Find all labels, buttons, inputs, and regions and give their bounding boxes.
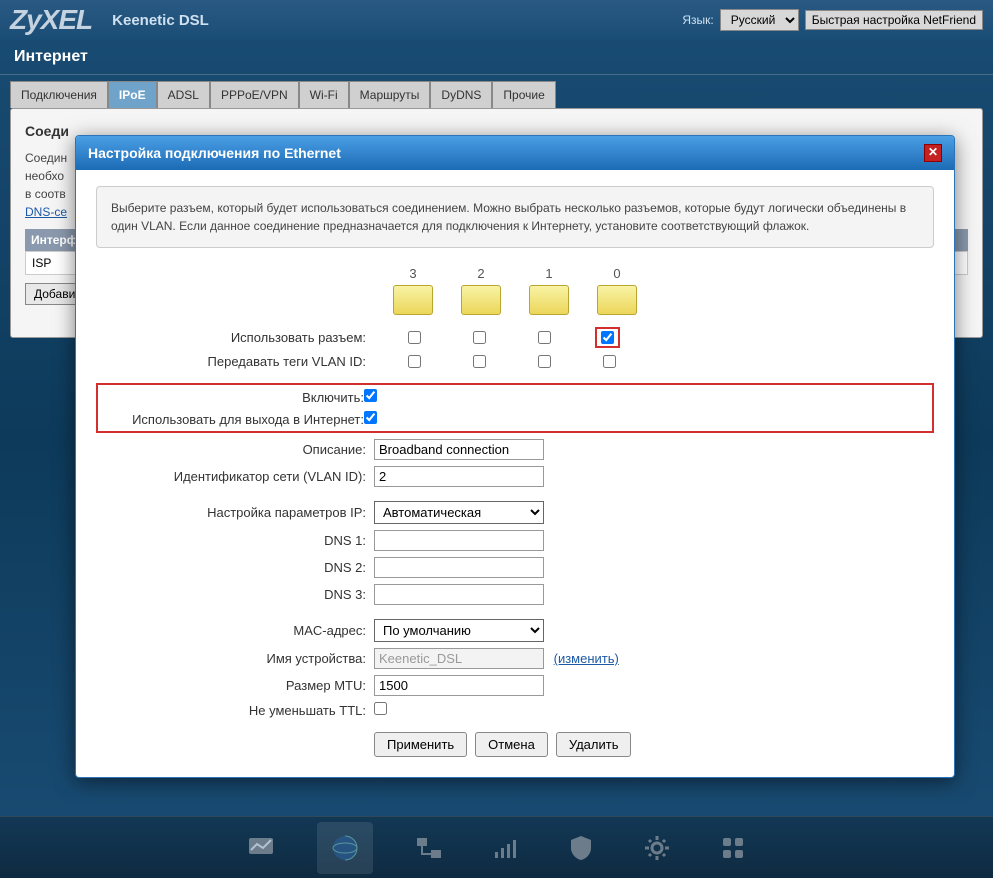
vlan-tag-0[interactable] — [603, 355, 616, 368]
dock-apps-icon[interactable] — [713, 828, 753, 868]
ethernet-port-icon — [393, 285, 433, 315]
dock-wifi-icon[interactable] — [485, 828, 525, 868]
logo: ZyXEL — [10, 4, 92, 36]
tabs: Подключения IPoE ADSL PPPoE/VPN Wi-Fi Ма… — [0, 81, 993, 108]
vlan-tag-3[interactable] — [408, 355, 421, 368]
vlan-tag-1[interactable] — [538, 355, 551, 368]
apply-button[interactable]: Применить — [374, 732, 467, 757]
product-name: Keenetic DSL — [112, 12, 209, 29]
mac-label: MAC-адрес: — [96, 623, 366, 638]
modal-title-bar: Настройка подключения по Ethernet ✕ — [76, 136, 954, 170]
dock-monitor-icon[interactable] — [241, 828, 281, 868]
use-port-0[interactable] — [601, 331, 614, 344]
modal-title: Настройка подключения по Ethernet — [88, 145, 341, 161]
dock-firewall-icon[interactable] — [561, 828, 601, 868]
description-input[interactable] — [374, 439, 544, 460]
use-port-label: Использовать разъем: — [96, 330, 366, 345]
lang-select[interactable]: Русский — [720, 9, 799, 31]
mac-select[interactable]: По умолчанию — [374, 619, 544, 642]
vlan-id-label: Идентификатор сети (VLAN ID): — [96, 469, 366, 484]
dock — [0, 816, 993, 878]
tab-wifi[interactable]: Wi-Fi — [299, 81, 349, 108]
change-link[interactable]: (изменить) — [554, 651, 619, 666]
enable-checkbox[interactable] — [364, 389, 377, 402]
dns2-label: DNS 2: — [96, 560, 366, 575]
tab-ipoe[interactable]: IPoE — [108, 81, 157, 108]
ip-config-select[interactable]: Автоматическая — [374, 501, 544, 524]
tab-other[interactable]: Прочие — [492, 81, 555, 108]
dock-globe-icon[interactable] — [317, 822, 373, 874]
info-box: Выберите разъем, который будет использов… — [96, 186, 934, 248]
ip-config-label: Настройка параметров IP: — [96, 505, 366, 520]
mtu-label: Размер MTU: — [96, 678, 366, 693]
port-1: 1 — [527, 266, 571, 315]
button-row: Применить Отмена Удалить — [96, 732, 934, 757]
ethernet-port-icon — [461, 285, 501, 315]
lang-label: Язык: — [682, 13, 713, 27]
use-port-2[interactable] — [473, 327, 486, 348]
use-internet-label: Использовать для выхода в Интернет: — [104, 412, 364, 427]
dns1-label: DNS 1: — [96, 533, 366, 548]
tab-pppoe[interactable]: PPPoE/VPN — [210, 81, 299, 108]
use-port-1[interactable] — [538, 327, 551, 348]
dns-link[interactable]: DNS-се — [25, 205, 67, 219]
ttl-checkbox[interactable] — [374, 702, 387, 715]
port-2: 2 — [459, 266, 503, 315]
device-name-input — [374, 648, 544, 669]
top-bar: ZyXEL Keenetic DSL Язык: Русский Быстрая… — [0, 0, 993, 40]
ttl-label: Не уменьшать TTL: — [96, 703, 366, 718]
vlan-tag-2[interactable] — [473, 355, 486, 368]
mtu-input[interactable] — [374, 675, 544, 696]
description-label: Описание: — [96, 442, 366, 457]
enable-label: Включить: — [104, 390, 364, 405]
close-icon[interactable]: ✕ — [924, 144, 942, 162]
use-internet-checkbox[interactable] — [364, 411, 377, 424]
lang-area: Язык: Русский Быстрая настройка NetFrien… — [682, 9, 983, 31]
modal: Настройка подключения по Ethernet ✕ Выбе… — [75, 135, 955, 778]
section-title: Интернет — [0, 40, 993, 75]
dns3-label: DNS 3: — [96, 587, 366, 602]
tab-routes[interactable]: Маршруты — [349, 81, 431, 108]
dns3-input[interactable] — [374, 584, 544, 605]
device-name-label: Имя устройства: — [96, 651, 366, 666]
ethernet-port-icon — [597, 285, 637, 315]
tab-dydns[interactable]: DyDNS — [430, 81, 492, 108]
port-3: 3 — [391, 266, 435, 315]
form-grid: Использовать разъем: Передавать теги VLA… — [96, 327, 934, 718]
dock-network-icon[interactable] — [409, 828, 449, 868]
use-port-3[interactable] — [408, 327, 421, 348]
dock-gear-icon[interactable] — [637, 828, 677, 868]
vlan-id-input[interactable] — [374, 466, 544, 487]
delete-button[interactable]: Удалить — [556, 732, 632, 757]
port-row: 3 2 1 0 — [96, 266, 934, 315]
vlan-tags-label: Передавать теги VLAN ID: — [96, 354, 366, 369]
modal-body: Выберите разъем, который будет использов… — [76, 170, 954, 777]
tab-adsl[interactable]: ADSL — [157, 81, 210, 108]
port-0: 0 — [595, 266, 639, 315]
dns2-input[interactable] — [374, 557, 544, 578]
ethernet-port-icon — [529, 285, 569, 315]
tab-connections[interactable]: Подключения — [10, 81, 108, 108]
dns1-input[interactable] — [374, 530, 544, 551]
netfriend-button[interactable]: Быстрая настройка NetFriend — [805, 10, 983, 30]
cancel-button[interactable]: Отмена — [475, 732, 548, 757]
